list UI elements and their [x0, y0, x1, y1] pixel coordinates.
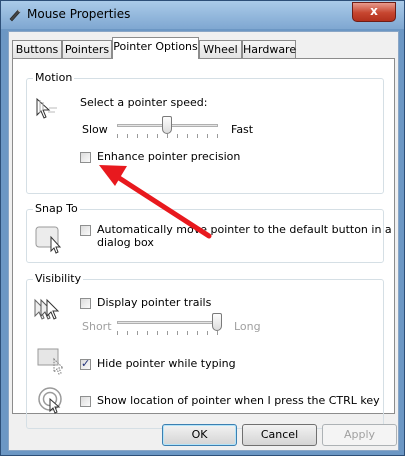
slider-tick [157, 331, 158, 335]
slider-tick [197, 134, 198, 138]
visibility-group-label: Visibility [33, 272, 84, 285]
pointer-trails-icon [34, 298, 60, 320]
tab-wheel[interactable]: Wheel [199, 40, 242, 58]
apply-button[interactable]: Apply [322, 424, 397, 446]
slider-tick [127, 134, 128, 138]
pointer-speed-icon [36, 97, 57, 119]
tab-buttons[interactable]: Buttons [12, 40, 62, 58]
pointer-trails-label: Display pointer trails [97, 296, 212, 309]
slider-tick [147, 331, 148, 335]
title-bar[interactable]: Mouse Properties x [1, 1, 404, 29]
trails-slider-ticks [117, 331, 218, 335]
dialog-body: Buttons Pointers Pointer Options Wheel H… [8, 31, 399, 451]
slider-tick [137, 331, 138, 335]
snap-to-label-line2: dialog box [97, 236, 154, 249]
speed-prompt: Select a pointer speed: [80, 96, 208, 109]
slider-tick [177, 134, 178, 138]
slider-tick [217, 331, 218, 335]
hide-pointer-checkbox[interactable] [80, 357, 91, 370]
slider-tick [137, 134, 138, 138]
trails-slider-thumb[interactable] [212, 313, 222, 331]
snap-to-label-line1: Automatically move pointer to the defaul… [97, 223, 392, 236]
cancel-button[interactable]: Cancel [242, 424, 317, 446]
show-location-ctrl-checkbox[interactable] [80, 396, 91, 407]
mouse-properties-window: Mouse Properties x Buttons Pointers Poin… [0, 0, 405, 456]
ok-button[interactable]: OK [162, 424, 237, 446]
hide-pointer-icon [37, 348, 65, 375]
slider-tick [197, 331, 198, 335]
tab-hardware[interactable]: Hardware [242, 40, 296, 58]
slider-tick [147, 134, 148, 138]
slider-tick [117, 331, 118, 335]
slider-tick [207, 331, 208, 335]
pointer-options-panel: Motion Select a pointer speed: Slow Fast… [12, 58, 395, 429]
speed-slider-thumb[interactable] [162, 116, 172, 134]
speed-slider-ticks [117, 134, 218, 138]
enhance-precision-checkbox[interactable] [80, 152, 91, 163]
slider-tick [187, 134, 188, 138]
slider-tick [127, 331, 128, 335]
mouse-pointer-icon [9, 9, 21, 22]
slider-tick [117, 134, 118, 138]
short-label: Short [82, 320, 112, 333]
snap-to-button-icon [35, 226, 62, 254]
slider-tick [157, 134, 158, 138]
slider-tick [177, 331, 178, 335]
slider-tick [187, 331, 188, 335]
enhance-precision-label: Enhance pointer precision [97, 150, 241, 163]
snap-to-checkbox[interactable] [80, 225, 91, 236]
slider-tick [167, 331, 168, 335]
show-location-ctrl-label: Show location of pointer when I press th… [97, 394, 380, 407]
fast-label: Fast [231, 123, 254, 136]
trails-slider-track[interactable] [117, 321, 218, 324]
tab-pointer-options[interactable]: Pointer Options [112, 37, 199, 59]
slider-tick [207, 134, 208, 138]
window-title: Mouse Properties [27, 7, 131, 21]
slider-tick [167, 134, 168, 138]
slider-tick [217, 134, 218, 138]
locate-pointer-icon [38, 387, 62, 414]
hide-pointer-label: Hide pointer while typing [97, 357, 236, 370]
snap-to-group: Snap To [26, 202, 384, 263]
slow-label: Slow [82, 123, 108, 136]
pointer-trails-checkbox[interactable] [80, 298, 91, 309]
close-button[interactable]: x [352, 2, 396, 22]
tab-pointers[interactable]: Pointers [62, 40, 112, 58]
snap-to-group-label: Snap To [33, 202, 80, 215]
long-label: Long [234, 320, 261, 333]
motion-group-label: Motion [33, 71, 75, 84]
